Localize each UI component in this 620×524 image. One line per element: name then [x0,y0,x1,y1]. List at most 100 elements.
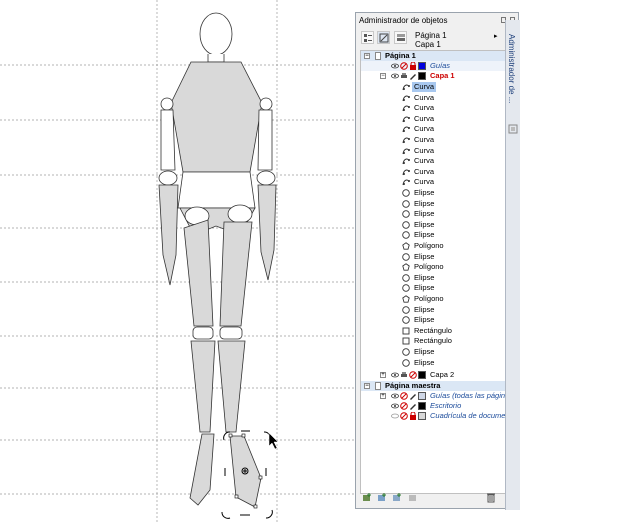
object-tree[interactable]: − Página 1 Guías − Capa 1 Curva Curva Curv… [360,50,506,494]
tree-layer-2[interactable]: + Capa 2 [361,370,505,380]
tree-object-row[interactable]: Elipse [361,315,505,325]
right-hip [227,204,253,224]
layer-manager-view-button[interactable] [394,31,407,44]
tree-object-row[interactable]: Curva [361,135,505,145]
tree-master-page[interactable]: − Página maestra [361,381,505,391]
tree-object-row[interactable]: Elipse [361,305,505,315]
ellipse-icon [402,348,410,356]
delete-icon[interactable] [486,492,497,503]
new-master-layer-icon[interactable] [377,492,388,503]
tree-guides-layer[interactable]: Guías [361,61,505,71]
no-edit-icon[interactable] [409,371,417,379]
eye-icon[interactable] [391,72,399,80]
master-guides-swatch[interactable] [418,392,426,400]
tree-layer-1[interactable]: − Capa 1 [361,71,505,81]
no-print-icon[interactable] [400,402,408,410]
head-shape [199,12,233,56]
eye-icon[interactable] [391,392,399,400]
collapse-icon[interactable]: − [380,73,386,79]
collapse-icon[interactable]: − [364,53,370,59]
pencil-icon[interactable] [409,392,417,400]
object-label: Rectángulo [414,325,452,335]
left-upper-arm [160,109,176,171]
tree-object-row[interactable]: Elipse [361,220,505,230]
object-label: Elipse [414,251,435,261]
no-print-icon[interactable] [400,412,408,420]
tree-object-row[interactable]: Curva [361,146,505,156]
tree-object-row[interactable]: Curva [361,114,505,124]
tree-object-row[interactable]: Curva [361,167,505,177]
mannequin-figure[interactable] [158,12,277,508]
tree-object-row[interactable]: Elipse [361,358,505,368]
polygon-icon [402,242,410,250]
object-label: Elipse [414,357,435,367]
tree-object-row[interactable]: Elipse [361,252,505,262]
pencil-icon[interactable] [409,402,417,410]
object-label: Curva [414,92,435,102]
new-master-layer-all-icon[interactable] [392,492,403,503]
canvas-svg [0,0,355,522]
eye-icon[interactable] [391,402,399,410]
drawing-canvas[interactable] [0,0,355,522]
tree-object-row[interactable]: Elipse [361,209,505,219]
tree-object-row[interactable]: Elipse [361,199,505,209]
object-label: Polígono [414,262,444,272]
tree-desktop[interactable]: Escritorio [361,401,505,411]
tree-object-row[interactable]: Elipse [361,273,505,283]
ellipse-icon [402,305,410,314]
object-label: Rectángulo [414,336,452,346]
printer-icon[interactable] [400,72,408,80]
tree-object-row[interactable]: Elipse [361,347,505,357]
curve-icon [402,105,410,112]
left-forearm [158,184,179,286]
tree-object-row[interactable]: Polígono [361,262,505,272]
tree-object-row[interactable]: Curva [361,124,505,134]
right-shoulder-joint [259,97,273,111]
tree-object-row[interactable]: Rectángulo [361,326,505,336]
tree-object-row[interactable]: Curva [361,103,505,113]
tree-page-1[interactable]: − Página 1 [361,51,505,61]
tree-object-row[interactable]: Curva [361,156,505,166]
page-1-label: Página 1 [385,51,416,60]
layer-options-icon[interactable] [408,492,419,503]
collapse-icon[interactable]: − [364,383,370,389]
object-label: Elipse [414,188,435,197]
tree-object-row[interactable]: Polígono [361,294,505,304]
eye-icon[interactable] [391,62,399,70]
ellipse-icon [402,199,410,208]
grid-swatch[interactable] [418,412,426,420]
no-print-icon[interactable] [400,62,408,70]
curve-icon [402,84,410,91]
tree-document-grid[interactable]: Cuadrícula de documento [361,411,505,421]
expand-icon[interactable]: + [380,372,386,378]
tree-master-guides[interactable]: + Guías (todas las páginas) [361,391,505,401]
tree-object-row[interactable]: Curva [361,82,505,92]
tree-object-row[interactable]: Elipse [361,188,505,198]
layer-1-color-swatch[interactable] [418,72,426,80]
docker-side-tab[interactable]: Administrador de ... [505,20,520,510]
guides-color-swatch[interactable] [418,62,426,70]
tree-object-row[interactable]: Elipse [361,283,505,293]
tree-object-row[interactable]: Polígono [361,241,505,251]
no-print-icon[interactable] [400,392,408,400]
layer-2-color-swatch[interactable] [418,371,426,379]
lock-icon[interactable] [409,62,417,70]
edit-across-layers-button[interactable] [377,31,390,44]
show-properties-button[interactable] [361,31,374,44]
eye-icon[interactable] [391,371,399,379]
new-layer-icon[interactable] [362,492,373,503]
tree-object-row[interactable]: Elipse [361,230,505,240]
printer-icon[interactable] [400,371,408,379]
expand-icon[interactable]: + [380,393,386,399]
panel-menu-arrow-icon[interactable]: ▸ [494,32,498,40]
hidden-eye-icon[interactable] [391,412,399,420]
pencil-icon[interactable] [409,72,417,80]
tree-object-row[interactable]: Curva [361,93,505,103]
guides-label: Guías [430,61,451,70]
docker-tab-icon[interactable] [508,124,518,134]
ellipse-icon [402,221,410,229]
lock-icon[interactable] [409,412,417,420]
tree-object-row[interactable]: Curva [361,177,505,187]
desktop-swatch[interactable] [418,402,426,410]
tree-object-row[interactable]: Rectángulo [361,336,505,346]
